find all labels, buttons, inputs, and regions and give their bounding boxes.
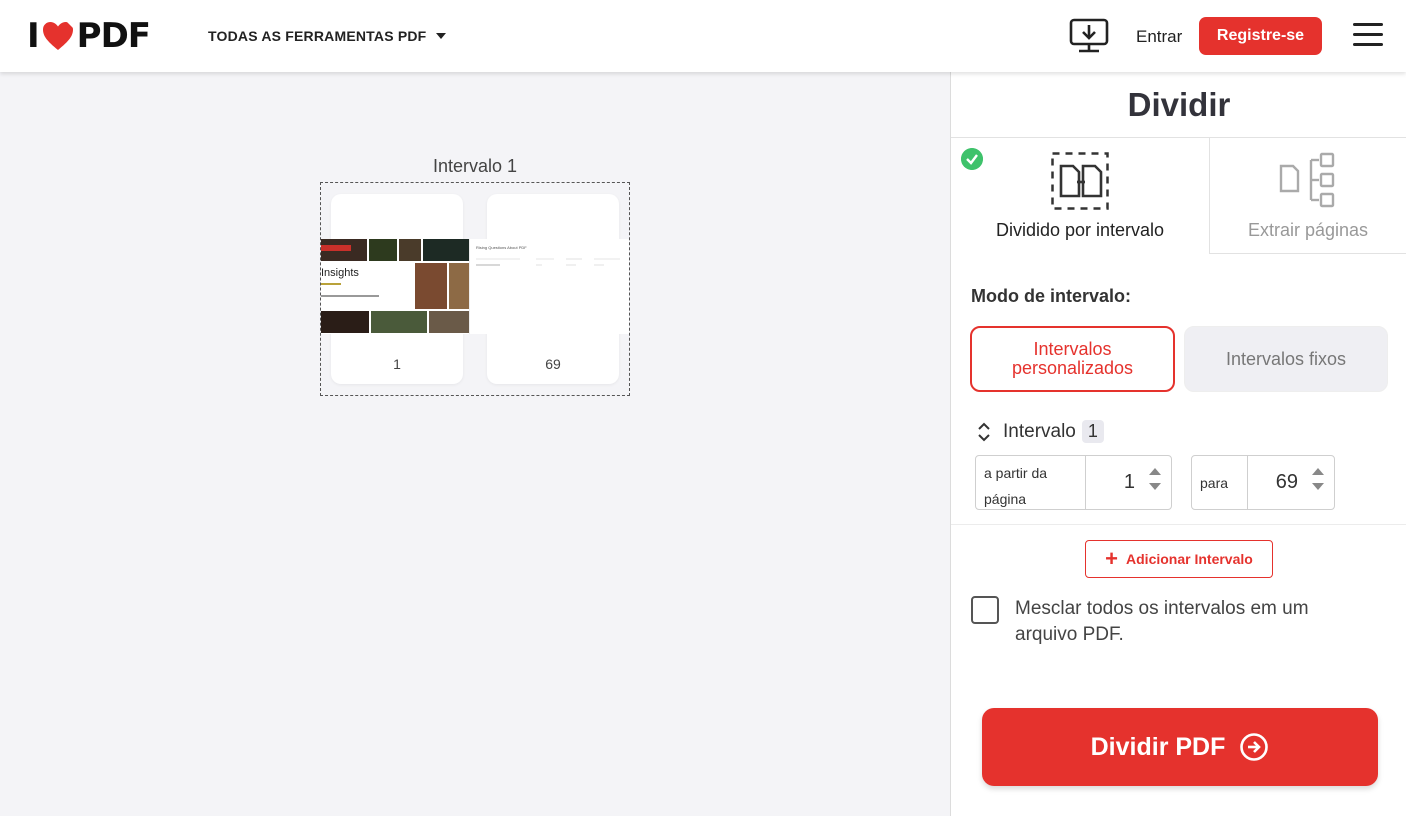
sort-icon[interactable] [977,422,991,442]
tab-split-by-range[interactable]: Dividido por intervalo [951,138,1209,254]
tab-extract-pages[interactable]: Extrair páginas [1209,138,1406,254]
interval-index-badge: 1 [1081,420,1104,443]
to-page-field: para 69 [1191,455,1335,510]
add-interval-button[interactable]: + Adicionar Intervalo [1085,540,1273,578]
range-group: 1 69 Insights Rising Questions About PDF [320,182,630,396]
page-number: 69 [545,356,561,372]
plus-icon: + [1105,546,1119,571]
hamburger-menu-icon[interactable] [1353,23,1383,47]
ilovepdf-logo[interactable]: I PDF [27,16,151,56]
page-thumbnail-last: Rising Questions About PDF [469,239,629,334]
desktop-download-icon[interactable] [1068,17,1110,55]
divider [951,524,1406,525]
to-page-input[interactable]: 69 [1248,456,1334,509]
logo-letter-i: I [27,16,40,56]
register-button[interactable]: Registre-se [1199,17,1322,55]
thumbnail-photo-collage [321,239,471,333]
to-page-stepper[interactable] [1312,468,1324,498]
arrow-right-circle-icon [1240,733,1269,761]
top-header: I PDF TODAS AS FERRAMENTAS PDF Entrar Re… [0,0,1406,72]
custom-ranges-button[interactable]: Intervalos personalizados [970,326,1175,392]
all-tools-label: TODAS AS FERRAMENTAS PDF [208,28,427,44]
merge-option: Mesclar todos os intervalos em um arquiv… [971,596,1345,648]
to-page-label: para [1192,456,1248,509]
interval-header: Intervalo 1 [977,420,1104,443]
logo-text-pdf: PDF [76,16,151,56]
page-thumbnail-first: Insights [321,239,471,334]
fixed-ranges-button[interactable]: Intervalos fixos [1184,326,1388,392]
merge-label: Mesclar todos os intervalos em um arquiv… [1015,598,1309,645]
tab-label: Extrair páginas [1247,220,1369,240]
stepper-up-icon[interactable] [1312,468,1324,475]
tab-label: Dividido por intervalo [995,220,1165,240]
login-link[interactable]: Entrar [1136,27,1182,47]
from-page-value: 1 [1123,471,1135,493]
from-page-input[interactable]: 1 [1086,456,1171,509]
split-range-icon [1051,152,1109,210]
from-page-stepper[interactable] [1149,468,1161,498]
thumbnail-heading: Insights [321,267,359,279]
thumbnail-heading: Rising Questions About PDF [476,245,527,250]
check-icon [961,148,983,170]
thumbnail-table-lines [476,258,620,266]
range-mode-label: Modo de intervalo: [971,286,1132,306]
add-interval-label: Adicionar Intervalo [1126,551,1253,567]
from-page-label: a partir da página [976,456,1086,509]
all-tools-dropdown[interactable]: TODAS AS FERRAMENTAS PDF [208,28,447,44]
stepper-down-icon[interactable] [1312,483,1324,490]
split-pdf-button[interactable]: Dividir PDF [982,708,1378,786]
from-page-field: a partir da página 1 [975,455,1172,510]
tool-sidebar: Dividir Dividido por intervalo Extrair p… [950,72,1406,816]
stepper-up-icon[interactable] [1149,468,1161,475]
sidebar-title: Dividir [1127,86,1231,123]
to-page-value: 69 [1275,471,1298,493]
caret-down-icon [436,33,447,39]
extract-pages-icon [1279,152,1335,208]
interval-label: Intervalo [1003,420,1076,442]
merge-checkbox[interactable] [971,596,999,624]
split-pdf-label: Dividir PDF [1090,732,1226,761]
page-number: 1 [393,356,401,372]
heart-icon [42,22,73,50]
range-title: Intervalo 1 [432,156,518,176]
stepper-down-icon[interactable] [1149,483,1161,490]
